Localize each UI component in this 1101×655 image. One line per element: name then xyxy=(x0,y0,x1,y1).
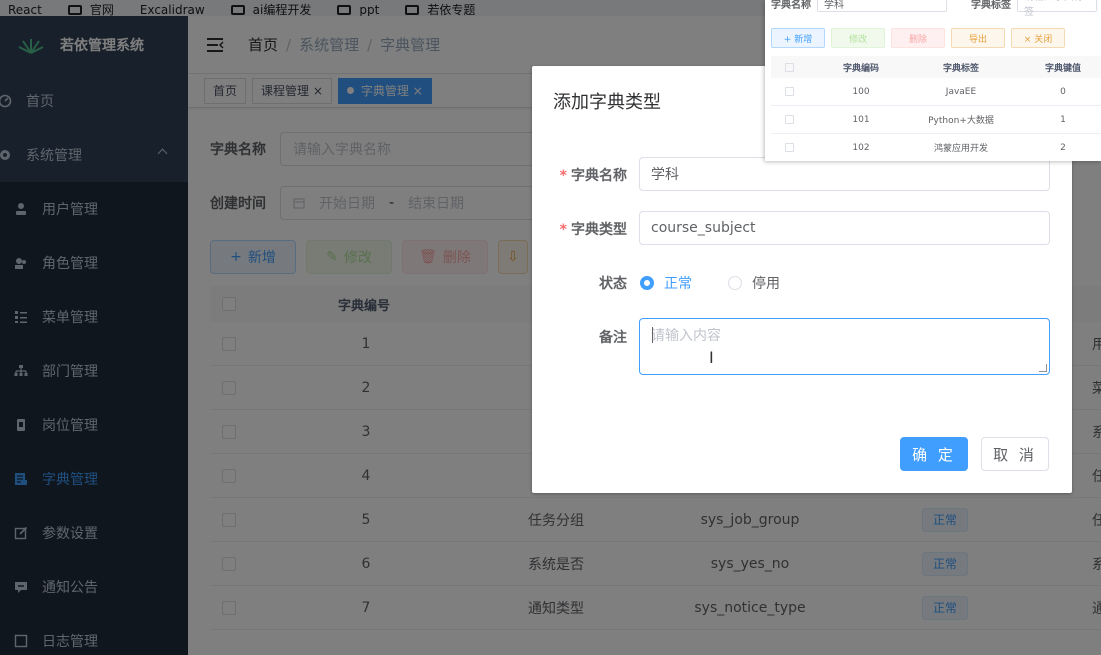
ibeam-cursor-icon: I xyxy=(709,348,714,367)
preview-code: 101 xyxy=(852,114,870,125)
preview-row-checkbox[interactable] xyxy=(785,115,794,124)
preview-delete-button[interactable]: 删除 xyxy=(891,28,945,48)
preview-row-checkbox[interactable] xyxy=(785,87,794,96)
dict-data-preview: 字典名称 学科 字典标签 请输入字典标签 + 新增 修改 删除 导出 × 关闭 … xyxy=(765,0,1101,161)
preview-export-button[interactable]: 导出 xyxy=(951,28,1005,48)
status-label: 状态 xyxy=(599,276,627,292)
preview-label-input[interactable]: 请输入字典标签 xyxy=(1017,0,1097,18)
preview-table-row: 102 鸿蒙应用开发 2 xyxy=(771,134,1101,161)
cancel-button[interactable]: 取 消 xyxy=(981,437,1049,471)
text-caret xyxy=(652,327,653,343)
preview-value: 0 xyxy=(1060,86,1066,97)
dialog-title: 添加字典类型 xyxy=(553,92,661,113)
confirm-button[interactable]: 确 定 xyxy=(900,437,968,471)
preview-value: 1 xyxy=(1060,114,1066,125)
remark-textarea[interactable]: 请输入内容 xyxy=(639,318,1050,375)
preview-label: Python+大数据 xyxy=(928,116,994,126)
remark-label: 备注 xyxy=(599,330,627,346)
preview-filter: 字典名称 学科 字典标签 请输入字典标签 xyxy=(771,0,1097,18)
preview-label: 鸿蒙应用开发 xyxy=(933,144,988,154)
preview-select-all[interactable] xyxy=(785,62,794,72)
preview-code: 102 xyxy=(852,142,870,153)
dict-type-field-label: * 字典类型 xyxy=(559,222,627,238)
status-disabled-radio[interactable]: 停用 xyxy=(728,273,780,293)
preview-label: JavaEE xyxy=(945,86,977,97)
preview-row-checkbox[interactable] xyxy=(785,143,794,152)
resize-handle[interactable] xyxy=(1039,364,1047,372)
preview-table-row: 101 Python+大数据 1 xyxy=(771,106,1101,134)
preview-value: 2 xyxy=(1060,142,1066,153)
preview-code: 100 xyxy=(852,86,870,97)
status-normal-radio[interactable]: 正常 xyxy=(640,273,692,293)
preview-dict-select[interactable]: 学科 xyxy=(817,0,947,12)
preview-add-button[interactable]: + 新增 xyxy=(771,28,825,48)
preview-edit-button[interactable]: 修改 xyxy=(831,28,885,48)
preview-table-header: 字典编码 字典标签 字典键值 xyxy=(771,56,1101,78)
preview-close-button[interactable]: × 关闭 xyxy=(1011,28,1065,48)
dict-name-field[interactable]: 学科 xyxy=(639,157,1050,191)
dict-name-field-label: * 字典名称 xyxy=(559,168,627,184)
preview-table-row: 100 JavaEE 0 xyxy=(771,78,1101,106)
dict-type-field[interactable]: course_subject xyxy=(639,211,1050,245)
